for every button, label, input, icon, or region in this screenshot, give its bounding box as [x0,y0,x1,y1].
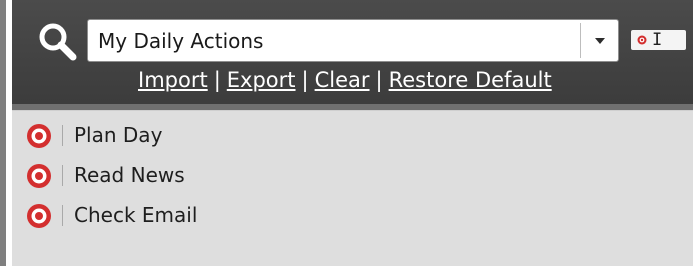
import-link[interactable]: Import [138,68,208,92]
item-label: Plan Day [74,123,163,147]
item-label: Read News [74,163,185,187]
search-icon[interactable] [35,19,79,63]
target-icon[interactable] [26,163,52,189]
chevron-down-icon [595,38,605,44]
target-icon [637,35,647,45]
item-divider [62,125,63,146]
link-separator: | [301,68,309,92]
item-divider [62,205,63,226]
restore-default-link[interactable]: Restore Default [389,68,552,92]
target-icon[interactable] [26,203,52,229]
action-list: Plan Day Read News Check Email [12,110,693,266]
link-separator: | [213,68,221,92]
action-links: Import | Export | Clear | Restore Default [138,66,578,94]
app-window: I Import|Export|Clear|Restore Default Pl… [0,0,693,266]
target-icon[interactable] [26,123,52,149]
text-cursor-icon: I [652,30,663,50]
clear-link[interactable]: Clear [315,68,370,92]
list-item[interactable]: Read News [26,159,666,191]
item-label: Check Email [74,203,198,227]
list-selector[interactable] [87,19,619,62]
link-separator: | [375,68,383,92]
item-divider [62,165,63,186]
list-name-input[interactable] [88,20,580,61]
export-link[interactable]: Export [227,68,296,92]
toolbar: I Import|Export|Clear|Restore Default [12,0,693,104]
dropdown-button[interactable] [581,20,618,61]
list-item[interactable]: Check Email [26,199,666,231]
mini-edit-widget[interactable]: I [631,30,686,50]
list-item[interactable]: Plan Day [26,119,666,151]
